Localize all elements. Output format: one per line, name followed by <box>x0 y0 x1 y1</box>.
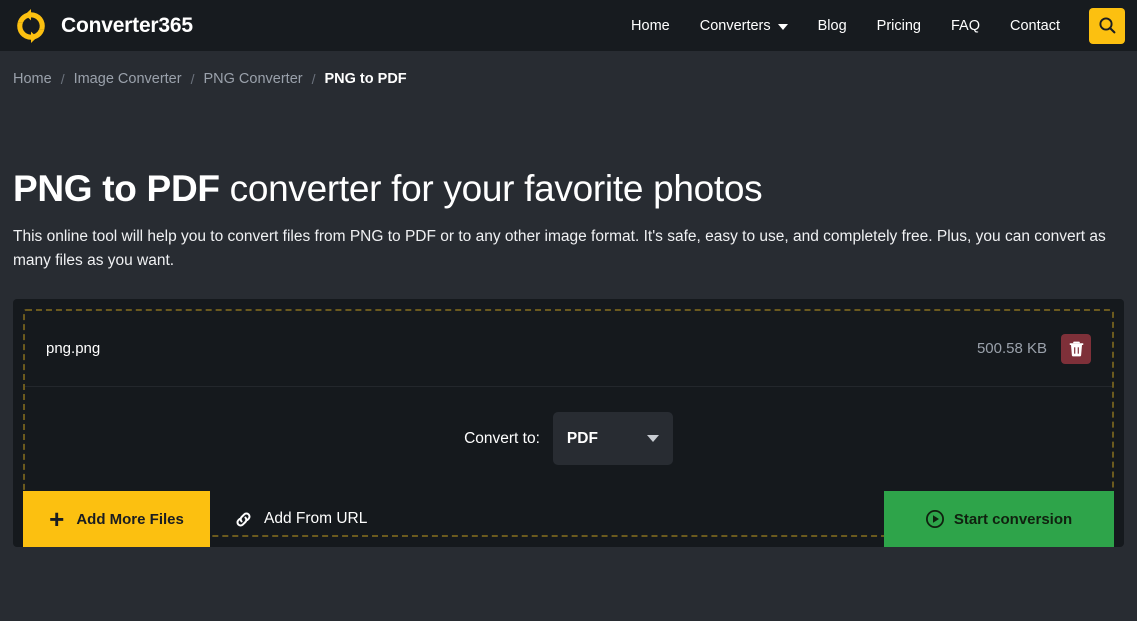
file-list-item: png.png 500.58 KB <box>25 311 1112 388</box>
main-navigation: Home Converters Blog Pricing FAQ Contact <box>616 7 1125 44</box>
brand-logo-link[interactable]: Converter365 <box>12 7 193 45</box>
file-name: png.png <box>46 340 101 358</box>
breadcrumb: Home / Image Converter / PNG Converter /… <box>0 51 1137 87</box>
nav-item-blog-label: Blog <box>817 17 847 34</box>
converter-action-row: + Add More Files Add From URL Start conv… <box>23 491 1114 548</box>
chevron-down-icon <box>646 435 659 443</box>
output-format-select[interactable]: PDF <box>552 412 673 466</box>
page-title-rest: converter for your favorite photos <box>219 168 763 209</box>
chevron-down-icon <box>777 23 788 30</box>
page-title: PNG to PDF converter for your favorite p… <box>13 169 1124 209</box>
add-from-url-label: Add From URL <box>264 510 368 528</box>
add-more-files-label: Add More Files <box>76 510 184 528</box>
breadcrumb-item-image-converter[interactable]: Image Converter <box>74 71 182 87</box>
refresh-loop-icon <box>12 7 50 45</box>
start-conversion-button[interactable]: Start conversion <box>884 491 1114 548</box>
nav-item-contact[interactable]: Contact <box>995 10 1075 42</box>
breadcrumb-item-png-converter[interactable]: PNG Converter <box>203 71 302 87</box>
play-circle-icon <box>925 510 944 529</box>
nav-item-converters-label: Converters <box>699 17 771 34</box>
plus-icon: + <box>49 503 65 534</box>
add-more-files-button[interactable]: + Add More Files <box>23 491 210 548</box>
trash-icon <box>1069 341 1084 357</box>
breadcrumb-separator: / <box>190 71 195 87</box>
file-size: 500.58 KB <box>976 340 1047 358</box>
hero-section: PNG to PDF converter for your favorite p… <box>0 169 1137 272</box>
site-header: Converter365 Home Converters Blog Pricin… <box>0 0 1137 51</box>
breadcrumb-item-home[interactable]: Home <box>13 71 52 87</box>
nav-item-faq-label: FAQ <box>951 17 981 34</box>
magnifier-icon <box>1098 16 1117 35</box>
converter-panel: png.png 500.58 KB Convert to: PDF + Add … <box>13 299 1124 548</box>
search-button[interactable] <box>1089 7 1125 44</box>
nav-item-blog[interactable]: Blog <box>803 10 862 42</box>
output-format-value: PDF <box>566 429 598 447</box>
delete-file-button[interactable] <box>1061 333 1091 364</box>
nav-item-contact-label: Contact <box>1010 17 1060 34</box>
link-icon <box>234 510 253 529</box>
breadcrumb-separator: / <box>311 71 316 87</box>
brand-name: Converter365 <box>61 13 193 37</box>
file-dropzone[interactable]: png.png 500.58 KB Convert to: PDF + Add … <box>23 309 1114 548</box>
page-title-strong: PNG to PDF <box>13 168 220 209</box>
add-from-url-button[interactable]: Add From URL <box>210 491 391 547</box>
nav-item-converters[interactable]: Converters <box>685 10 803 42</box>
nav-item-home-label: Home <box>631 17 670 34</box>
breadcrumb-separator: / <box>60 71 65 87</box>
nav-item-faq[interactable]: FAQ <box>936 10 995 42</box>
page-description: This online tool will help you to conver… <box>13 227 1106 269</box>
convert-options-row: Convert to: PDF <box>25 387 1112 490</box>
convert-to-label: Convert to: <box>464 429 540 447</box>
nav-item-pricing[interactable]: Pricing <box>862 10 936 42</box>
file-meta: 500.58 KB <box>976 333 1091 364</box>
nav-item-pricing-label: Pricing <box>876 17 921 34</box>
breadcrumb-item-current: PNG to PDF <box>324 71 407 87</box>
start-conversion-label: Start conversion <box>953 510 1073 528</box>
nav-item-home[interactable]: Home <box>616 10 685 42</box>
